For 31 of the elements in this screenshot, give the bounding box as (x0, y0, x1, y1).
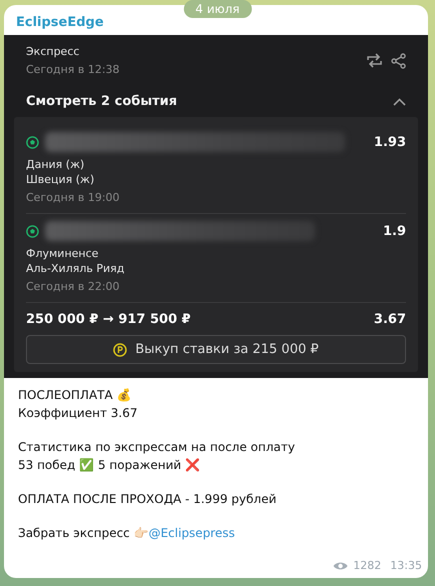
event-odds: 1.9 (382, 224, 406, 238)
share-icon[interactable] (391, 52, 406, 68)
event-time: Сегодня в 22:00 (26, 280, 121, 293)
eye-icon (333, 560, 348, 570)
total-odds: 3.67 (374, 312, 406, 327)
event-odds: 1.93 (374, 134, 406, 150)
football-icon (26, 224, 39, 238)
message-time: 13:35 (390, 559, 422, 572)
football-icon (26, 136, 39, 148)
message-text: ПОСЛЕОПЛАТА 💰 (18, 387, 133, 404)
coin-icon (113, 342, 128, 356)
channel-link[interactable]: @Eclipsepress (148, 526, 235, 540)
date-badge: 4 июля (183, 0, 252, 18)
team-name: Дания (ж) (26, 158, 86, 171)
bet-time: Сегодня в 12:38 (26, 63, 120, 76)
events-toggle[interactable]: Смотреть 2 события (26, 94, 178, 109)
message-text: ОПЛАТА ПОСЛЕ ПРОХОДА - 1.999 рублей (18, 491, 278, 508)
message-text: 53 побед ✅ 5 поражений ❌ (18, 457, 202, 474)
stake-payout: 250 000 ₽ → 917 500 ₽ (26, 312, 191, 327)
bet-type: Экспресс (26, 45, 80, 58)
message-text: Статистика по экспрессам на после оплату (18, 439, 296, 456)
cashout-button[interactable]: Выкуп ставки за 215 000 ₽ (26, 335, 406, 364)
view-count: 1282 (353, 559, 382, 572)
message-text: Коэффициент 3.67 (18, 405, 138, 422)
event-time: Сегодня в 19:00 (26, 191, 121, 204)
team-name: Аль-Хиляль Рияд (26, 262, 126, 275)
repeat-icon[interactable] (366, 53, 383, 68)
team-name: Швеция (ж) (26, 173, 96, 186)
collapse-icon[interactable] (393, 98, 406, 106)
message-text: Забрать экспресс 👉🏻@Eclipsepress (18, 525, 236, 542)
team-name: Флуминенсе (26, 247, 100, 260)
